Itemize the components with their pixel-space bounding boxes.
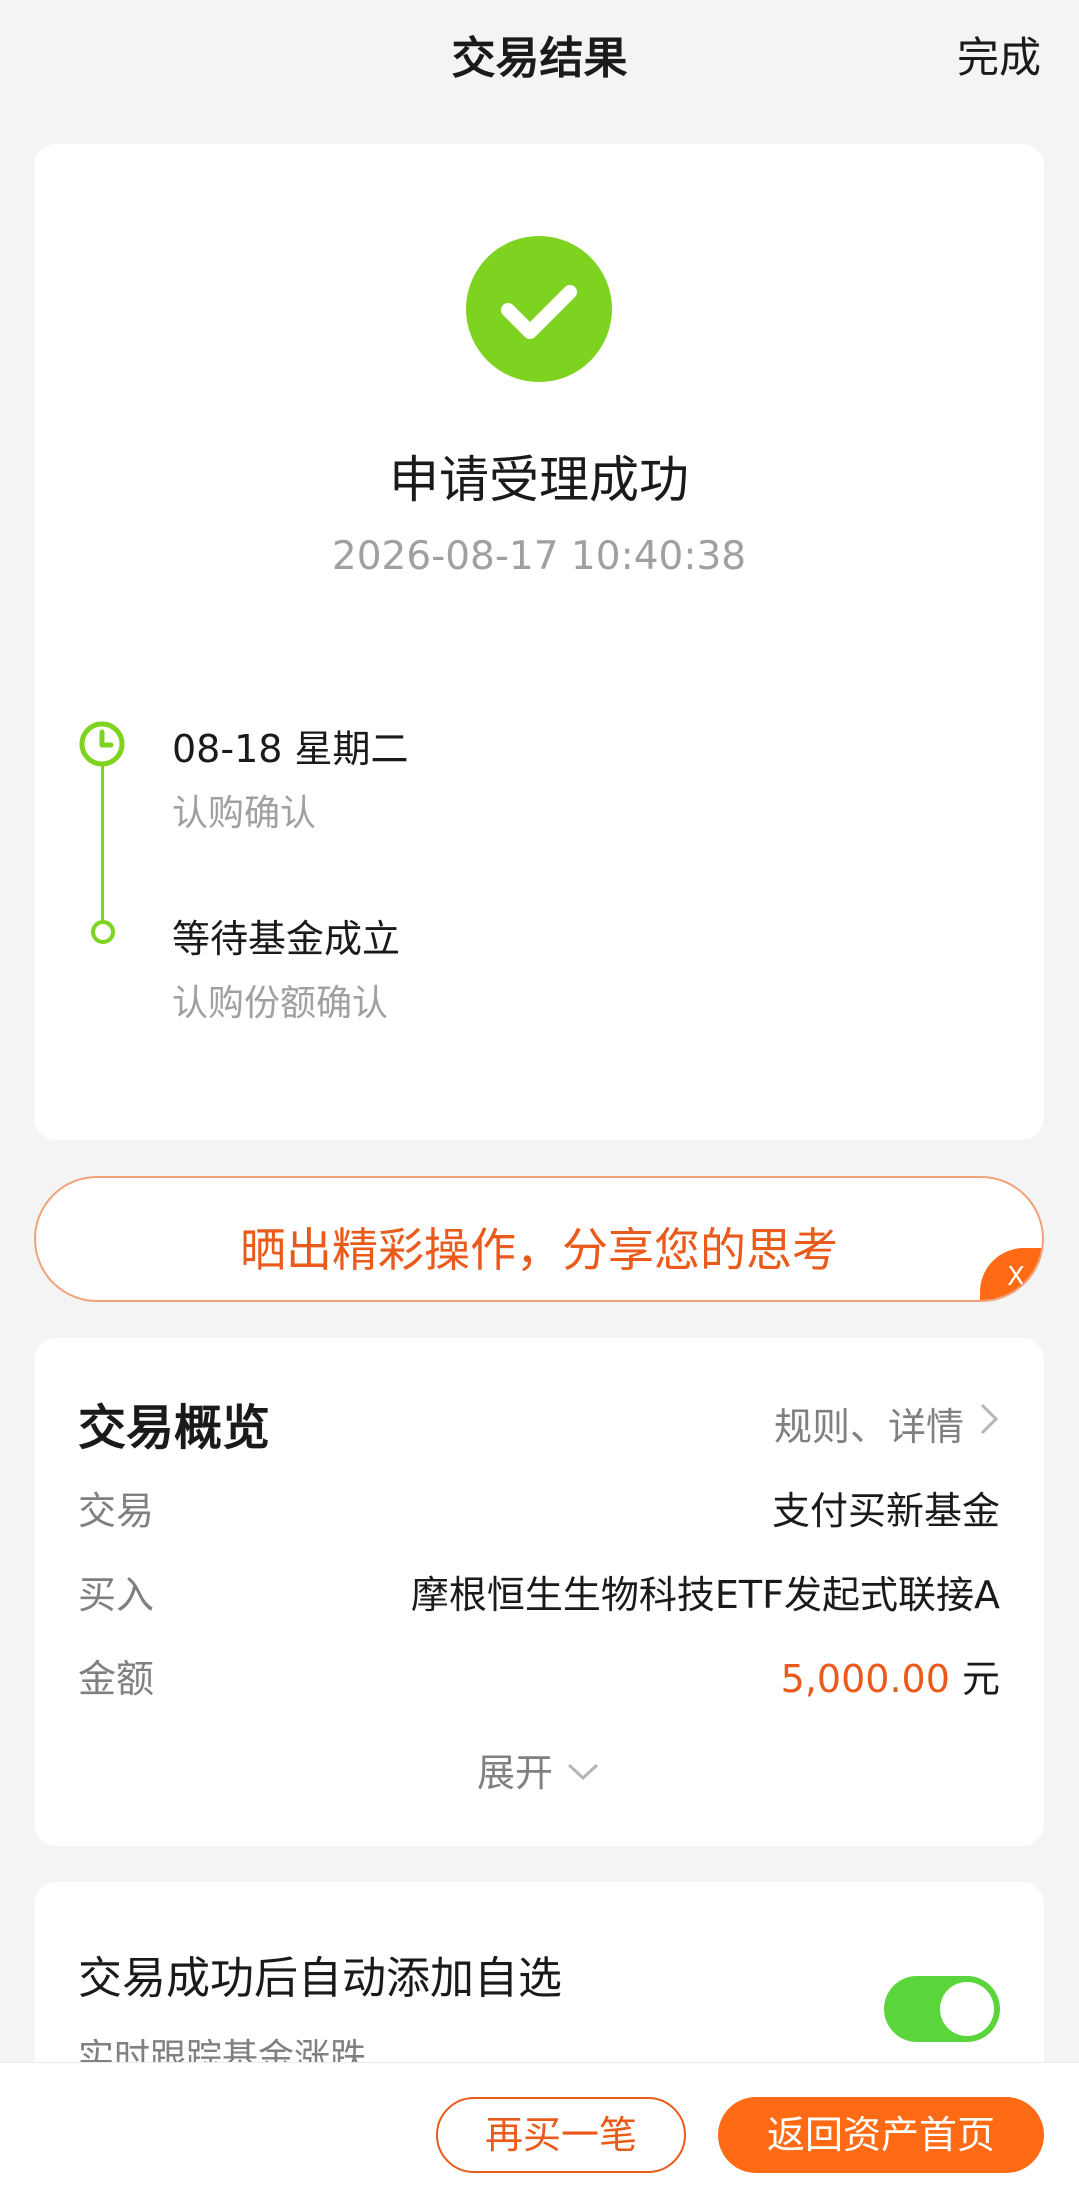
trade-type-label: 交易 [78,1489,155,1533]
rules-details-link[interactable]: 规则、详情 [774,1396,1000,1451]
done-button[interactable]: 完成 [957,24,1041,85]
chevron-right-icon [978,1401,1000,1446]
expand-button[interactable]: 展开 [34,1742,1044,1797]
timeline-step-2-title: 等待基金成立 [172,917,401,961]
amount-number: 5,000.00 [780,1657,950,1701]
amount-label: 金额 [78,1657,155,1701]
result-card: 申请受理成功 2026-08-17 10:40:38 08-18 星期二 认购确… [34,144,1044,1140]
overview-title: 交易概览 [78,1400,271,1456]
clock-icon [78,720,126,772]
timeline-connector [101,744,104,934]
overview-card: 交易概览 规则、详情 交易 支付买新基金 买入 摩根恒生生物科技ETF发起式联接… [34,1338,1044,1846]
status-title: 申请受理成功 [389,451,689,509]
expand-label: 展开 [476,1751,553,1795]
share-banner[interactable]: 晒出精彩操作，分享您的思考 X [34,1176,1044,1302]
amount-unit: 元 [961,1657,1000,1701]
buy-again-button[interactable]: 再买一笔 [436,2097,686,2173]
auto-watchlist-toggle[interactable] [884,1976,1000,2042]
back-to-assets-button[interactable]: 返回资产首页 [718,2097,1044,2173]
success-check-icon [466,236,612,382]
dot-icon [90,919,116,949]
timeline-step-1-title: 08-18 星期二 [172,727,409,771]
share-banner-text: 晒出精彩操作，分享您的思考 [240,1223,838,1277]
buy-fund-value: 摩根恒生生物科技ETF发起式联接A [410,1573,1000,1617]
status-timestamp: 2026-08-17 10:40:38 [331,534,747,579]
nav-bar: 交易结果 完成 [0,0,1079,110]
chevron-down-icon [565,1748,601,1792]
trade-type-value: 支付买新基金 [771,1489,1000,1533]
page-title: 交易结果 [451,33,628,84]
auto-watchlist-title: 交易成功后自动添加自选 [78,1953,562,2004]
rules-details-label: 规则、详情 [773,1405,964,1449]
bottom-action-bar: 再买一笔 返回资产首页 [0,2062,1079,2187]
buy-fund-label: 买入 [78,1573,155,1617]
timeline-step-1-subtitle: 认购确认 [172,793,317,834]
timeline-step-2-subtitle: 认购份额确认 [172,983,389,1024]
toggle-knob [940,1982,994,2036]
amount-value: 5,000.00 元 [781,1648,1000,1703]
